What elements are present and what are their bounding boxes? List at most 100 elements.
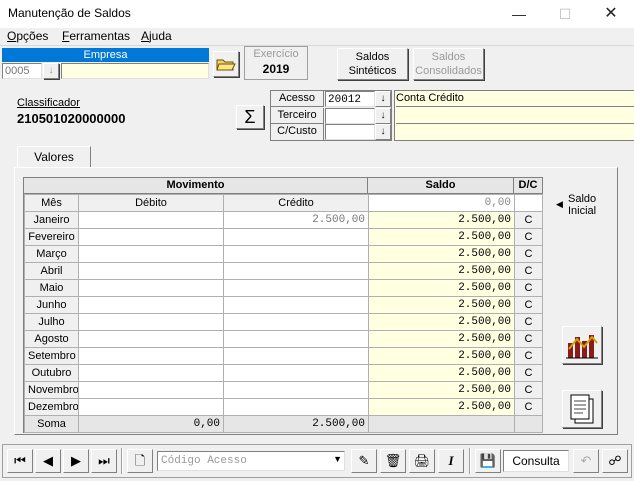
saldo-inicial-label: ◀ Saldo Inicial [556, 193, 596, 217]
saldos-consolidados-button[interactable]: Saldos Consolidados [413, 48, 484, 80]
undo-button[interactable]: ↶ [573, 449, 599, 473]
table-row: Abril 2.500,00 C [24, 262, 543, 280]
row-credito[interactable] [223, 313, 369, 331]
grid-header-movimento: Movimento [24, 178, 368, 194]
edit-button[interactable]: ✎ [351, 449, 377, 473]
italic-icon: I [448, 453, 454, 468]
title-bar: Manutenção de Saldos — ☐ ✕ [0, 0, 634, 28]
row-credito[interactable] [223, 330, 369, 348]
saldo-inicial-line1: Saldo [568, 193, 597, 205]
terceiro-code-field[interactable] [325, 108, 375, 124]
row-dc: C [514, 347, 543, 365]
empresa-code-field[interactable]: 0005 [2, 63, 42, 79]
row-credito[interactable] [223, 364, 369, 382]
menu-ferramentas-rest: erramentas [69, 29, 131, 43]
row-saldo: 2.500,00 [368, 398, 515, 416]
trash-icon: 🗑 [384, 453, 402, 468]
table-row: Setembro 2.500,00 C [24, 347, 543, 365]
exercicio-box[interactable]: Exercício 2019 [244, 46, 308, 80]
row-credito[interactable] [223, 262, 369, 280]
row-dc: C [514, 313, 543, 331]
italic-button[interactable]: I [438, 449, 464, 473]
acesso-code-field[interactable]: 20012 [325, 91, 375, 107]
row-mes: Julho [24, 313, 79, 331]
row-credito[interactable] [223, 279, 369, 297]
report-button[interactable] [562, 390, 602, 428]
ccusto-dropdown-icon[interactable]: ↓ [375, 124, 391, 140]
row-credito[interactable] [223, 228, 369, 246]
row-debito[interactable] [78, 398, 224, 416]
binoculars-icon: ☍ [608, 453, 622, 468]
acesso-desc: Conta Crédito [396, 91, 634, 107]
codigo-acesso-field[interactable]: Código Acesso ▼ [157, 451, 345, 471]
row-mes: Fevereiro [24, 228, 79, 246]
chevron-down-icon[interactable]: ▼ [333, 454, 342, 464]
edit-icon: ✎ [358, 453, 370, 468]
delete-button[interactable]: 🗑 [380, 449, 406, 473]
acesso-dropdown-icon[interactable]: ↓ [375, 91, 391, 107]
row-debito[interactable] [78, 313, 224, 331]
row-mes: Outubro [24, 364, 79, 382]
row-debito[interactable] [78, 364, 224, 382]
open-folder-button[interactable] [213, 51, 239, 77]
row-credito[interactable] [223, 347, 369, 365]
row-dc: C [514, 296, 543, 314]
last-record-button[interactable]: ⏭ [91, 449, 117, 473]
bottom-toolbar: ⏮ ◀ ▶ ⏭ 🗋 Código Acesso ▼ ✎ 🗑 🖨 I 💾 Cons… [2, 444, 632, 478]
row-credito[interactable]: 2.500,00 [223, 211, 369, 229]
row-saldo: 2.500,00 [368, 228, 515, 246]
saldo-inicial-value[interactable]: 0,00 [368, 194, 515, 212]
row-debito[interactable] [78, 330, 224, 348]
next-icon: ▶ [71, 453, 81, 468]
row-dc: C [514, 381, 543, 399]
saldo-inicial-dc[interactable] [514, 194, 543, 212]
sum-button[interactable]: Σ [236, 105, 264, 129]
prev-icon: ◀ [43, 453, 53, 468]
window-title: Manutenção de Saldos [8, 6, 131, 20]
menu-ferramentas[interactable]: Ferramentas [62, 28, 130, 44]
menu-bar: Opções Ferramentas Ajuda [0, 28, 634, 45]
menu-opcoes[interactable]: Opções [7, 28, 48, 44]
row-debito[interactable] [78, 296, 224, 314]
empresa-dropdown-icon[interactable]: ↓ [43, 63, 59, 79]
next-record-button[interactable]: ▶ [63, 449, 89, 473]
row-credito[interactable] [223, 296, 369, 314]
row-debito[interactable] [78, 279, 224, 297]
ccusto-code-field[interactable] [325, 124, 375, 140]
tab-valores[interactable]: Valores [17, 146, 91, 168]
search-button[interactable]: ☍ [602, 449, 628, 473]
chart-button[interactable] [562, 326, 602, 364]
row-saldo: 2.500,00 [368, 364, 515, 382]
floppy-icon: 💾 [479, 453, 497, 468]
row-debito[interactable] [78, 262, 224, 280]
save-button[interactable]: 💾 [475, 449, 501, 473]
saldos-sinteticos-button[interactable]: Saldos Sintéticos [337, 48, 408, 80]
row-debito[interactable] [78, 381, 224, 399]
maximize-button[interactable]: ☐ [542, 0, 588, 28]
print-button[interactable]: 🖨 [409, 449, 435, 473]
menu-ajuda[interactable]: Ajuda [141, 28, 172, 44]
row-debito[interactable] [78, 228, 224, 246]
minimize-button[interactable]: — [496, 0, 542, 28]
close-button[interactable]: ✕ [588, 0, 634, 28]
row-credito[interactable] [223, 245, 369, 263]
prev-record-button[interactable]: ◀ [35, 449, 61, 473]
table-row: Julho 2.500,00 C [24, 313, 543, 331]
folder-icon [216, 59, 236, 71]
new-record-button[interactable]: 🗋 [127, 449, 153, 473]
row-saldo: 2.500,00 [368, 296, 515, 314]
row-debito[interactable] [78, 245, 224, 263]
row-debito[interactable] [78, 347, 224, 365]
row-saldo: 2.500,00 [368, 381, 515, 399]
saldos-consolidados-line1: Saldos [431, 51, 466, 63]
row-mes: Maio [24, 279, 79, 297]
row-credito[interactable] [223, 381, 369, 399]
row-credito[interactable] [223, 398, 369, 416]
menu-opcoes-rest: pções [16, 29, 49, 43]
terceiro-label: Terceiro [271, 108, 324, 124]
row-debito[interactable] [78, 211, 224, 229]
new-document-icon: 🗋 [134, 453, 146, 468]
first-record-button[interactable]: ⏮ [7, 449, 33, 473]
terceiro-dropdown-icon[interactable]: ↓ [375, 108, 391, 124]
first-icon: ⏮ [14, 453, 26, 468]
